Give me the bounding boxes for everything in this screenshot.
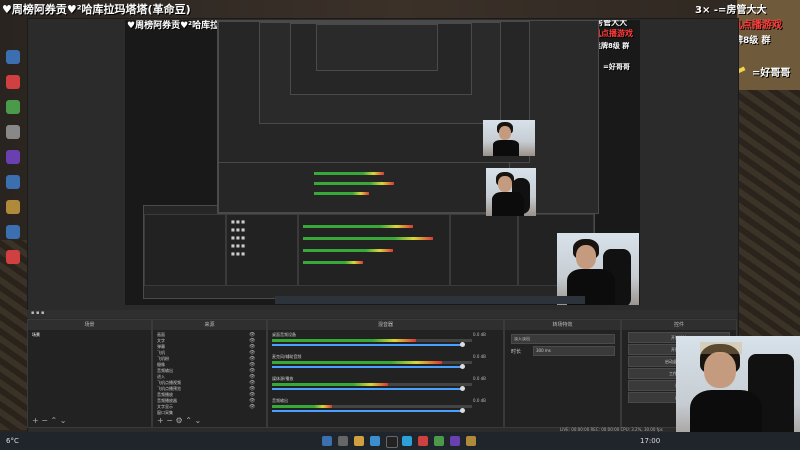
mixer-level-meter — [272, 339, 416, 342]
volume-slider[interactable] — [272, 388, 462, 390]
preview-webcam-large — [557, 233, 639, 305]
add-scene-icon[interactable]: + − ⌃ ⌄ — [32, 416, 66, 425]
nested-transitions — [450, 214, 518, 286]
app-icon[interactable] — [466, 436, 476, 446]
edge-icon[interactable] — [370, 436, 380, 446]
desktop-icon[interactable] — [6, 75, 20, 89]
obs-icon[interactable] — [386, 436, 398, 448]
desktop-icon[interactable] — [6, 200, 20, 214]
overlay-gift: 3× -=房管大大 — [695, 5, 767, 16]
mixer-level-meter — [272, 383, 388, 386]
mixer-db: 0.0 dB — [473, 354, 486, 359]
sources-title: 来源 — [153, 320, 266, 330]
obs-dock-tabs: ▪ ▪ ▪ — [27, 310, 737, 318]
volume-slider[interactable] — [272, 366, 462, 368]
desktop-icon[interactable] — [6, 100, 20, 114]
volume-knob[interactable] — [460, 342, 465, 347]
wall-frame — [700, 342, 742, 354]
desktop-icon[interactable] — [6, 175, 20, 189]
weather-widget[interactable]: 6°C — [6, 437, 19, 445]
transition-select[interactable]: 淡入淡出 — [511, 334, 615, 344]
app-icon[interactable] — [450, 436, 460, 446]
desktop-icon[interactable] — [6, 125, 20, 139]
overlay-title: ♥周榜阿券贡♥²哈库拉玛塔塔(革命豆) — [2, 3, 191, 16]
overlay-haoge: =好哥哥 — [752, 68, 791, 79]
taskbar — [0, 432, 800, 450]
mixer-title: 混音器 — [268, 320, 503, 330]
volume-knob[interactable] — [460, 364, 465, 369]
transitions-title: 转场特效 — [505, 320, 620, 330]
volume-knob[interactable] — [460, 408, 465, 413]
nested-obs-5 — [290, 23, 472, 95]
nested-obs-4 — [259, 22, 501, 124]
desktop-icon[interactable] — [6, 225, 20, 239]
nested-obs-2 — [217, 20, 599, 214]
transitions-dock: 转场特效 淡入淡出 时长 300 ms — [504, 319, 621, 428]
scene-item[interactable]: 场景 — [32, 332, 40, 338]
controls-title: 控件 — [622, 320, 736, 330]
duration-input[interactable]: 300 ms — [533, 346, 615, 356]
scenes-title: 场景 — [28, 320, 151, 330]
sources-dock: 来源 画面 文字 弹幕 飞机 飞机粉 摄像 音频输出 进入 飞机点播视频 飞机点… — [152, 319, 267, 428]
volume-slider[interactable] — [272, 344, 462, 346]
add-source-icon[interactable]: + − ⚙ ⌃ ⌄ — [157, 416, 201, 425]
volume-knob[interactable] — [460, 386, 465, 391]
desktop-icon[interactable] — [6, 250, 20, 264]
volume-slider[interactable] — [272, 410, 462, 412]
nested-obs-6 — [316, 24, 438, 71]
nested-obs-1: ■ ■ ■ ■ ■ ■ ■ ■ ■ ■ ■ ■ ■ ■ ■ — [143, 205, 595, 299]
mixer-channel-label: 麦克风/辅助音频 — [272, 354, 302, 359]
nested-taskbar — [275, 296, 585, 304]
mixer-level-meter — [272, 405, 332, 408]
duration-label: 时长 — [511, 349, 522, 355]
start-icon[interactable] — [322, 436, 332, 446]
obs-preview[interactable]: ♥周榜阿券贡♥²哈库拉玛塔塔(革命豆) 3× -=房管大大 飞机点播游戏 粉丝牌… — [125, 20, 640, 305]
background-rug-left — [0, 240, 28, 430]
nested-mixer — [298, 214, 450, 286]
background-rug-right — [737, 90, 800, 340]
scenes-dock: 场景 场景 + − ⌃ ⌄ — [27, 319, 152, 428]
clock[interactable]: 17:00 — [640, 437, 660, 445]
nested-sources: ■ ■ ■ ■ ■ ■ ■ ■ ■ ■ ■ ■ ■ ■ ■ — [226, 214, 298, 286]
mixer-channel-label: 媒体源/播放 — [272, 376, 294, 381]
mixer-db: 0.0 dB — [473, 376, 486, 381]
mixer-channel-label: 桌面音频设备 — [272, 332, 296, 337]
mixer-dock: 混音器 桌面音频设备 0.0 dB 麦克风/辅助音频 0.0 dB 媒体源/播放… — [267, 319, 504, 428]
search-icon[interactable] — [338, 436, 348, 446]
app-icon[interactable] — [418, 436, 428, 446]
qq-icon[interactable] — [402, 436, 412, 446]
mixer-db: 0.0 dB — [473, 398, 486, 403]
preview-webcam-medium — [486, 168, 536, 216]
preview-haoge: =好哥哥 — [603, 63, 630, 71]
mixer-level-meter — [272, 361, 442, 364]
explorer-icon[interactable] — [354, 436, 364, 446]
wechat-icon[interactable] — [434, 436, 444, 446]
nested-obs-2-docks — [218, 161, 510, 213]
visibility-eye-icon[interactable]: 👁 👁 👁 👁 👁 👁 👁 👁 👁 👁 👁 👁 👁 — [249, 332, 255, 410]
nested-webcam-small — [483, 120, 535, 156]
desktop-icon[interactable] — [6, 50, 20, 64]
mixer-channel-label: 音频输出 — [272, 398, 288, 403]
nested-scenes — [144, 214, 226, 286]
desktop-icon[interactable] — [6, 150, 20, 164]
mixer-db: 0.0 dB — [473, 332, 486, 337]
